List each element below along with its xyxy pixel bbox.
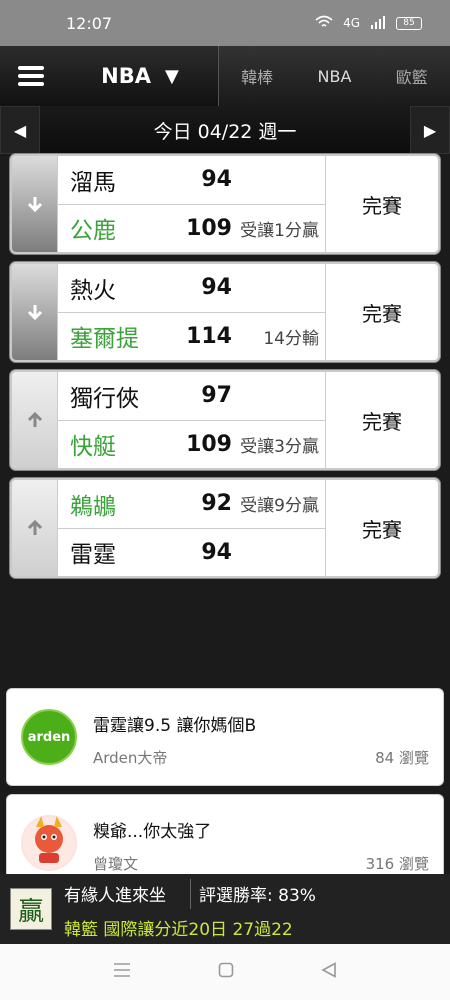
handicap-note: 受讓9分贏 xyxy=(240,496,319,517)
team-row: 獨行俠 97 xyxy=(58,372,325,420)
wifi-icon xyxy=(315,15,333,32)
banner-record: 韓籃 國際讓分近20日 27過22 xyxy=(64,919,293,940)
date-bar: ◀ 今日 04/22 週一 ▶ xyxy=(0,106,450,154)
team-score: 94 xyxy=(201,275,232,301)
trend-down-icon xyxy=(12,264,58,360)
post-views: 84 瀏覽 xyxy=(375,749,429,767)
signal-icon xyxy=(370,15,386,32)
games-list: 溜馬 94 公鹿 109 受讓1分贏 完賽 熱火 94 塞爾提 114 14分輸… xyxy=(10,154,440,586)
post-author: Arden大帝 xyxy=(93,749,168,767)
team-name: 塞爾提 xyxy=(70,326,139,353)
trend-up-icon xyxy=(12,372,58,468)
caret-down-icon: ▼ xyxy=(165,65,179,87)
arrow-left-icon: ◀ xyxy=(13,120,27,140)
avatar xyxy=(21,815,77,871)
team-name: 鵜鶘 xyxy=(70,493,116,520)
team-row: 塞爾提 114 14分輸 xyxy=(58,311,325,361)
handicap-note: 14分輸 xyxy=(263,328,319,349)
game-teams: 熱火 94 塞爾提 114 14分輸 xyxy=(58,264,326,360)
post-card[interactable]: 糗爺...你太強了 曾瓊文 316 瀏覽 xyxy=(6,794,444,876)
trend-down-icon xyxy=(12,156,58,252)
handicap-note: 受讓3分贏 xyxy=(240,436,319,457)
team-name: 溜馬 xyxy=(70,169,116,196)
team-row: 熱火 94 xyxy=(58,264,325,312)
banner-text: 有緣人進來坐 評選勝率: 83% 韓籃 國際讓分近20日 27過22 xyxy=(64,878,316,940)
dragon-icon xyxy=(23,816,75,869)
game-card[interactable]: 鵜鶘 92 受讓9分贏 雷霆 94 完賽 xyxy=(10,478,440,578)
team-row: 公鹿 109 受讓1分贏 xyxy=(58,203,325,253)
game-card[interactable]: 溜馬 94 公鹿 109 受讓1分贏 完賽 xyxy=(10,154,440,254)
team-name: 雷霆 xyxy=(70,542,116,569)
date-label: 今日 04/22 週一 xyxy=(153,120,297,143)
league-tabs: 韓棒 NBA 歐籃 xyxy=(218,46,450,106)
team-score: 114 xyxy=(186,323,232,349)
game-status: 完賽 xyxy=(362,301,402,326)
tab-nba[interactable]: NBA xyxy=(318,67,352,86)
team-score: 94 xyxy=(201,539,232,565)
game-teams: 溜馬 94 公鹿 109 受讓1分贏 xyxy=(58,156,326,252)
game-status: 完賽 xyxy=(362,409,402,434)
banner-divider xyxy=(190,878,191,909)
status-bar: 12:07 4G 85 xyxy=(0,0,450,46)
team-row: 溜馬 94 xyxy=(58,156,325,204)
avatar: arden xyxy=(21,709,77,765)
recent-apps-icon[interactable] xyxy=(113,962,131,983)
menu-button[interactable] xyxy=(0,46,62,106)
clock: 12:07 xyxy=(66,13,113,33)
post-card[interactable]: arden 雷霆讓9.5 讓你媽個B Arden大帝 84 瀏覽 xyxy=(6,688,444,786)
avatar-text: arden xyxy=(27,729,71,745)
post-author: 曾瓊文 xyxy=(93,855,139,873)
team-score: 92 xyxy=(201,491,232,517)
game-teams: 獨行俠 97 快艇 109 受讓3分贏 xyxy=(58,372,326,468)
next-date-button[interactable]: ▶ xyxy=(410,106,450,154)
game-card[interactable]: 熱火 94 塞爾提 114 14分輸 完賽 xyxy=(10,262,440,362)
league-dropdown[interactable]: NBA ▼ xyxy=(62,64,218,88)
top-nav: NBA ▼ 韓棒 NBA 歐籃 xyxy=(0,46,450,106)
team-name: 熱火 xyxy=(70,277,116,304)
team-row: 鵜鶘 92 受讓9分贏 xyxy=(58,480,325,528)
team-score: 109 xyxy=(186,215,232,241)
prev-date-button[interactable]: ◀ xyxy=(0,106,40,154)
hamburger-icon xyxy=(18,62,44,90)
handicap-note: 受讓1分贏 xyxy=(240,220,319,241)
banner-win-rate: 評選勝率: 83% xyxy=(199,886,316,906)
league-selected: NBA xyxy=(101,64,151,88)
back-icon[interactable] xyxy=(320,961,337,983)
team-score: 97 xyxy=(201,383,232,409)
ad-banner[interactable]: 贏 有緣人進來坐 評選勝率: 83% 韓籃 國際讓分近20日 27過22 xyxy=(0,874,450,944)
team-name: 快艇 xyxy=(70,434,116,461)
home-icon[interactable] xyxy=(218,962,234,983)
game-status: 完賽 xyxy=(362,193,402,218)
team-score: 94 xyxy=(201,167,232,193)
banner-header: 有緣人進來坐 評選勝率: 83% xyxy=(64,878,316,909)
status-icons: 4G 85 xyxy=(315,15,422,32)
tab-korean-baseball[interactable]: 韓棒 xyxy=(241,64,273,88)
team-row: 快艇 109 受讓3分贏 xyxy=(58,419,325,469)
arrow-right-icon: ▶ xyxy=(423,120,437,140)
tab-euro-basketball[interactable]: 歐籃 xyxy=(396,64,428,88)
game-card[interactable]: 獨行俠 97 快艇 109 受讓3分贏 完賽 xyxy=(10,370,440,470)
banner-title: 有緣人進來坐 xyxy=(64,886,166,906)
trend-up-icon xyxy=(12,480,58,576)
team-row: 雷霆 94 xyxy=(58,527,325,577)
system-nav-bar xyxy=(0,944,450,1000)
post-views: 316 瀏覽 xyxy=(365,855,429,873)
battery-icon: 85 xyxy=(396,16,422,30)
post-title: 糗爺...你太強了 xyxy=(93,822,212,842)
post-title: 雷霆讓9.5 讓你媽個B xyxy=(93,716,257,736)
game-status: 完賽 xyxy=(362,517,402,542)
banner-logo: 贏 xyxy=(10,888,52,930)
signal-label: 4G xyxy=(343,16,360,30)
game-teams: 鵜鶘 92 受讓9分贏 雷霆 94 xyxy=(58,480,326,576)
team-score: 109 xyxy=(186,431,232,457)
team-name: 獨行俠 xyxy=(70,385,139,412)
team-name: 公鹿 xyxy=(70,218,116,245)
